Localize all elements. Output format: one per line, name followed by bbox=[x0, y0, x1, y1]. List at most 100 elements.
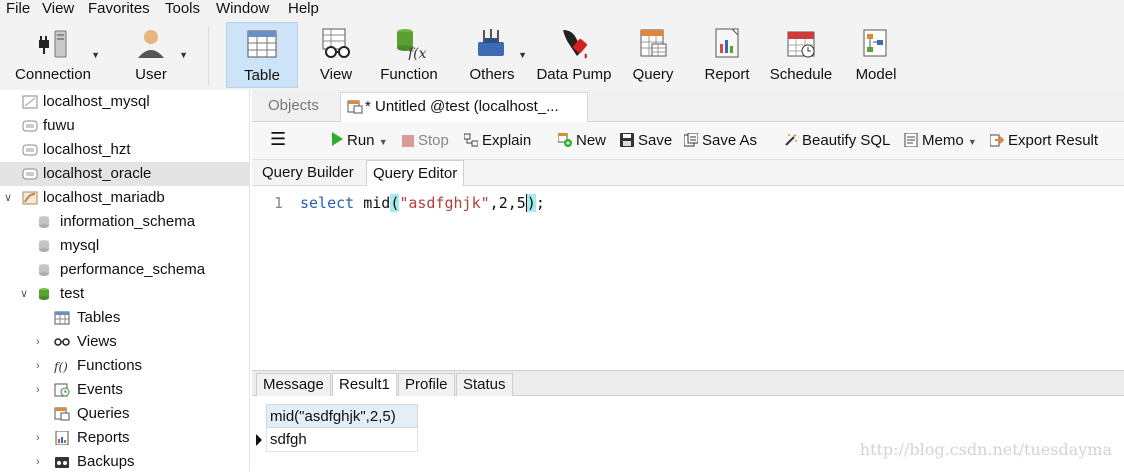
menu-window[interactable]: Window bbox=[216, 0, 269, 18]
run-button[interactable]: Run ▼ bbox=[332, 131, 388, 151]
database-open-icon bbox=[39, 288, 49, 300]
backup-icon bbox=[55, 457, 69, 468]
chevron-right-icon[interactable]: › bbox=[36, 354, 40, 378]
menu-bar: File View Favorites Tools Window Help bbox=[0, 0, 1124, 20]
document-tabs: Objects * Untitled @test (localhost_... bbox=[252, 90, 1124, 122]
connection-button[interactable]: Connection ▼ bbox=[4, 22, 102, 88]
view-button[interactable]: View bbox=[305, 22, 367, 88]
line-number: 1 bbox=[274, 194, 284, 212]
new-button[interactable]: New bbox=[558, 131, 606, 151]
chevron-down-icon[interactable]: ▼ bbox=[179, 50, 188, 60]
chevron-right-icon[interactable]: › bbox=[36, 450, 40, 474]
menu-favorites[interactable]: Favorites bbox=[88, 0, 150, 18]
tab-result1[interactable]: Result1 bbox=[332, 373, 397, 397]
chevron-down-icon[interactable]: ▼ bbox=[518, 50, 527, 60]
chevron-right-icon[interactable]: › bbox=[36, 330, 40, 354]
result-cell[interactable]: sdfgh bbox=[266, 428, 418, 452]
chevron-down-icon[interactable]: ∨ bbox=[20, 282, 28, 306]
chevron-right-icon[interactable]: › bbox=[36, 426, 40, 450]
chevron-down-icon[interactable]: ▼ bbox=[91, 50, 100, 60]
watermark: http://blog.csdn.net/tuesdayma bbox=[859, 440, 1112, 459]
hamburger-icon[interactable]: ☰ bbox=[270, 129, 286, 149]
view-label: View bbox=[319, 66, 353, 83]
tree-item-backups[interactable]: › Backups bbox=[0, 450, 250, 474]
stop-icon bbox=[402, 135, 414, 147]
tab-profile[interactable]: Profile bbox=[398, 373, 455, 397]
tree-item-information-schema[interactable]: information_schema bbox=[0, 210, 250, 234]
function-label: Function bbox=[380, 66, 438, 83]
bracket-open: ( bbox=[390, 194, 400, 212]
menu-view[interactable]: View bbox=[42, 0, 74, 18]
report-button[interactable]: Report bbox=[696, 22, 758, 88]
function-icon: f(x) bbox=[397, 29, 426, 60]
chevron-down-icon[interactable]: ▼ bbox=[968, 137, 977, 147]
others-button[interactable]: Others ▼ bbox=[455, 22, 529, 88]
column-header[interactable]: mid("asdfghjk",2,5) bbox=[266, 404, 418, 428]
tab-status[interactable]: Status bbox=[456, 373, 513, 397]
menu-file[interactable]: File bbox=[6, 0, 30, 18]
result-tabs: Message Result1 Profile Status bbox=[252, 370, 1124, 397]
connection-closed-icon bbox=[22, 144, 38, 156]
query-label: Query bbox=[632, 66, 674, 83]
tree-item-label: localhost_mysql bbox=[43, 93, 150, 110]
stop-button[interactable]: Stop bbox=[402, 131, 449, 151]
save-label: Save bbox=[638, 132, 673, 149]
tree-item-label: test bbox=[60, 285, 85, 302]
data-pump-label: Data Pump bbox=[536, 66, 612, 83]
model-icon bbox=[863, 29, 887, 57]
tree-item-queries[interactable]: Queries bbox=[0, 402, 250, 426]
tab-objects[interactable]: Objects bbox=[260, 92, 327, 122]
chevron-right-icon[interactable]: › bbox=[36, 378, 40, 402]
tab-query-builder[interactable]: Query Builder bbox=[256, 160, 360, 186]
tree-item-label: Views bbox=[77, 333, 117, 350]
schedule-button[interactable]: Schedule bbox=[764, 22, 838, 88]
save-as-button[interactable]: Save As bbox=[684, 131, 757, 151]
tree-item-fuwu[interactable]: fuwu bbox=[0, 114, 250, 138]
chevron-down-icon[interactable]: ∨ bbox=[4, 186, 12, 210]
menu-tools[interactable]: Tools bbox=[165, 0, 200, 18]
save-disk-icon bbox=[620, 133, 634, 147]
save-button[interactable]: Save bbox=[620, 131, 672, 151]
table-label: Table bbox=[244, 67, 280, 84]
query-button[interactable]: Query bbox=[622, 22, 684, 88]
export-label: Export Result bbox=[1008, 132, 1099, 149]
sql-code-line[interactable]: select mid("asdfghjk",2,5); bbox=[300, 194, 545, 212]
chevron-down-icon[interactable]: ▼ bbox=[379, 137, 388, 147]
tree-item-localhost-hzt[interactable]: localhost_hzt bbox=[0, 138, 250, 162]
report-icon bbox=[55, 431, 69, 445]
beautify-sql-button[interactable]: Beautify SQL bbox=[784, 131, 890, 151]
tab-message[interactable]: Message bbox=[256, 373, 331, 397]
tree-item-label: Reports bbox=[77, 429, 130, 446]
tree-item-localhost-mysql[interactable]: localhost_mysql bbox=[0, 90, 250, 114]
tree-item-views[interactable]: › Views bbox=[0, 330, 250, 354]
tab-untitled-query[interactable]: * Untitled @test (localhost_... bbox=[340, 92, 588, 122]
model-label: Model bbox=[855, 66, 897, 83]
user-button[interactable]: User ▼ bbox=[112, 22, 190, 88]
function-button[interactable]: f(x) Function bbox=[373, 22, 445, 88]
tree-item-functions[interactable]: › f() Functions bbox=[0, 354, 250, 378]
table-button[interactable]: Table bbox=[226, 22, 298, 88]
tree-item-test[interactable]: ∨ test bbox=[0, 282, 250, 306]
memo-button[interactable]: Memo ▼ bbox=[904, 131, 977, 151]
database-icon bbox=[39, 240, 49, 252]
data-pump-button[interactable]: Data Pump bbox=[532, 22, 616, 88]
tree-item-reports[interactable]: › Reports bbox=[0, 426, 250, 450]
tree-item-label: localhost_hzt bbox=[43, 141, 131, 158]
menu-help[interactable]: Help bbox=[288, 0, 319, 18]
tree-item-mysql[interactable]: mysql bbox=[0, 234, 250, 258]
tree-item-performance-schema[interactable]: performance_schema bbox=[0, 258, 250, 282]
tab-query-editor[interactable]: Query Editor bbox=[366, 160, 465, 186]
export-result-button[interactable]: Export Result bbox=[990, 131, 1098, 151]
tree-item-localhost-mariadb[interactable]: ∨ localhost_mariadb bbox=[0, 186, 250, 210]
model-button[interactable]: Model bbox=[846, 22, 906, 88]
tree-item-label: Backups bbox=[77, 453, 135, 470]
function-icon: f() bbox=[54, 360, 68, 373]
tree-item-events[interactable]: › Events bbox=[0, 378, 250, 402]
main-toolbar: Connection ▼ User ▼ Table View f(x Funct… bbox=[0, 20, 1124, 90]
events-clock-icon bbox=[54, 383, 70, 397]
table-icon bbox=[247, 30, 277, 58]
tree-item-localhost-oracle[interactable]: localhost_oracle bbox=[0, 162, 250, 186]
tree-item-tables[interactable]: Tables bbox=[0, 306, 250, 330]
stop-label: Stop bbox=[418, 132, 449, 149]
explain-button[interactable]: Explain bbox=[464, 131, 531, 151]
